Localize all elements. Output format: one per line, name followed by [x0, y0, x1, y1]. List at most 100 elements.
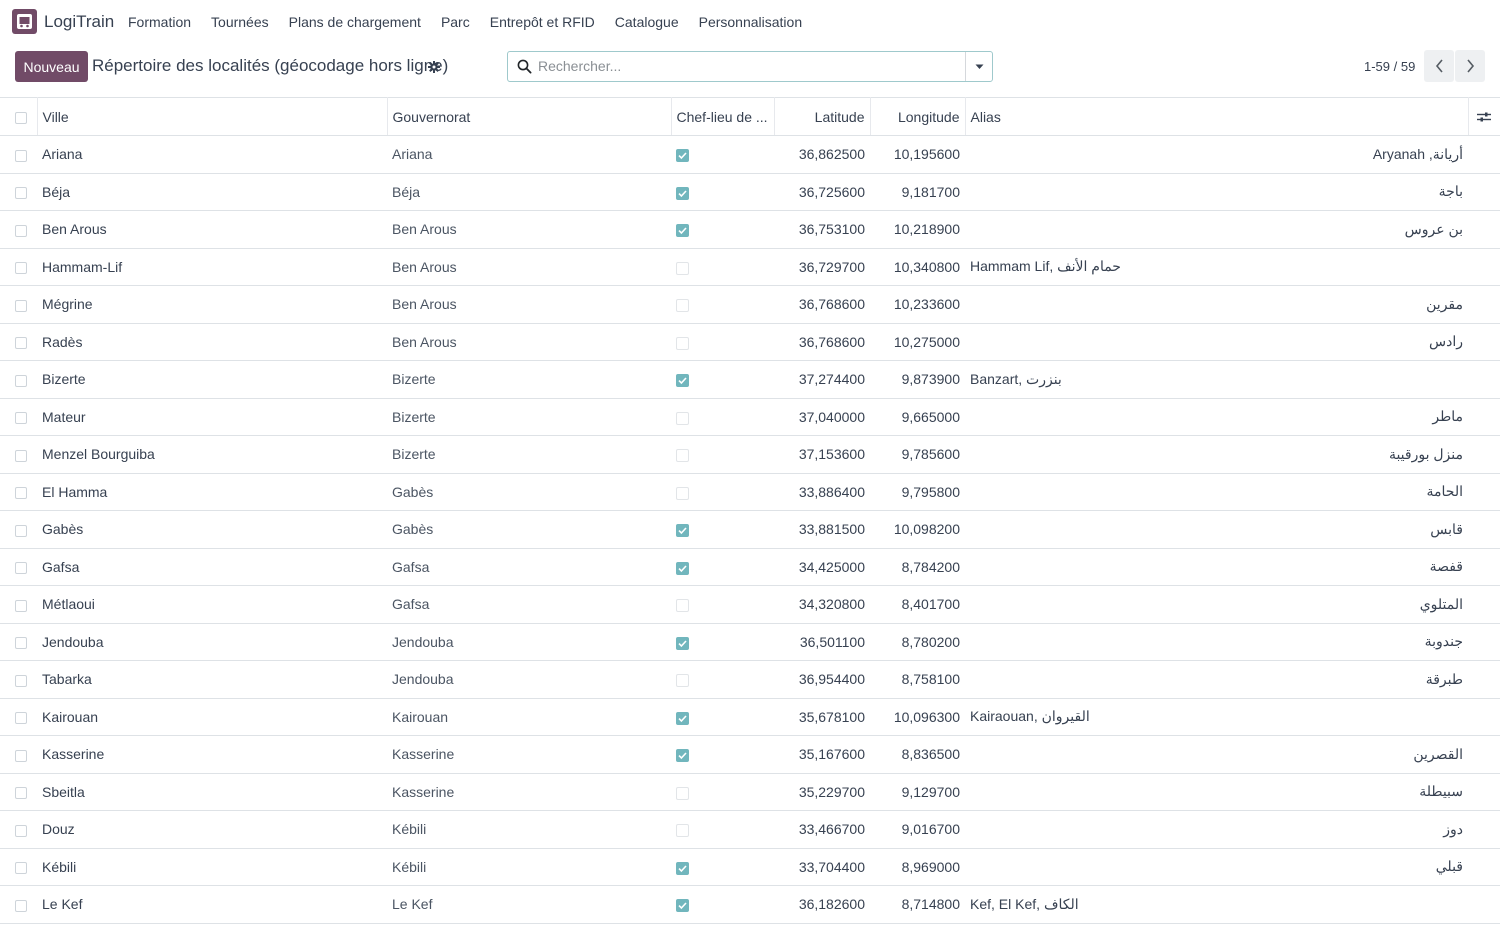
- cell-longitude[interactable]: 10,233600: [870, 285, 965, 324]
- cell-longitude[interactable]: 9,665000: [870, 398, 965, 436]
- cell-longitude[interactable]: 8,758100: [870, 660, 965, 699]
- table-row[interactable]: Ben Arous Ben Arous 36,753100 10,218900 بن ع…: [0, 210, 1500, 249]
- column-header-alias[interactable]: Alias: [965, 97, 1469, 136]
- row-select-checkbox[interactable]: [0, 248, 37, 286]
- row-select-checkbox[interactable]: [0, 323, 37, 361]
- cell-longitude[interactable]: 9,016700: [870, 810, 965, 849]
- cell-gouvernorat[interactable]: Le Kef: [387, 885, 671, 924]
- cell-gouvernorat[interactable]: Gabès: [387, 473, 671, 511]
- cell-chef-lieu[interactable]: [671, 585, 774, 624]
- table-row[interactable]: Béja Béja 36,725600 9,181700 باجة: [0, 173, 1500, 211]
- row-select-checkbox[interactable]: [0, 435, 37, 474]
- table-row[interactable]: Jendouba Jendouba 36,501100 8,780200 جندوبة: [0, 623, 1500, 661]
- cell-gouvernorat[interactable]: Kairouan: [387, 698, 671, 736]
- row-select-checkbox[interactable]: [0, 360, 37, 399]
- cell-gouvernorat[interactable]: Ben Arous: [387, 285, 671, 324]
- cell-longitude[interactable]: 8,784200: [870, 548, 965, 586]
- cell-latitude[interactable]: 37,040000: [774, 398, 870, 436]
- cell-gouvernorat[interactable]: Bizerte: [387, 398, 671, 436]
- cell-latitude[interactable]: 35,229700: [774, 773, 870, 811]
- cell-longitude[interactable]: 8,969000: [870, 848, 965, 886]
- cell-chef-lieu[interactable]: [671, 510, 774, 549]
- cell-alias[interactable]: Banzart, بنزرت: [965, 360, 1468, 399]
- row-select-checkbox[interactable]: [0, 735, 37, 774]
- cell-alias[interactable]: ماطر: [965, 398, 1468, 436]
- cell-chef-lieu[interactable]: [671, 698, 774, 736]
- cell-ville[interactable]: Kasserine: [37, 735, 387, 774]
- cell-chef-lieu[interactable]: [671, 398, 774, 436]
- cell-latitude[interactable]: 33,704400: [774, 848, 870, 886]
- table-row[interactable]: Tabarka Jendouba 36,954400 8,758100 طبرقة: [0, 660, 1500, 699]
- cell-chef-lieu[interactable]: [671, 323, 774, 361]
- cell-latitude[interactable]: 33,886400: [774, 473, 870, 511]
- cell-gouvernorat[interactable]: Gafsa: [387, 585, 671, 624]
- menu-tournees[interactable]: Tournées: [201, 0, 279, 44]
- row-select-checkbox[interactable]: [0, 135, 37, 174]
- cell-ville[interactable]: Hammam-Lif: [37, 248, 387, 286]
- cell-latitude[interactable]: 34,425000: [774, 548, 870, 586]
- row-select-checkbox[interactable]: [0, 773, 37, 811]
- cell-alias[interactable]: Hammam Lif, حمام الأنف: [965, 248, 1468, 286]
- cell-gouvernorat[interactable]: Kasserine: [387, 735, 671, 774]
- cell-alias[interactable]: قابس: [965, 510, 1468, 549]
- column-header-ville[interactable]: Ville: [37, 97, 388, 136]
- table-row[interactable]: Radès Ben Arous 36,768600 10,275000 رادس: [0, 323, 1500, 361]
- cell-chef-lieu[interactable]: [671, 135, 774, 174]
- table-row[interactable]: Métlaoui Gafsa 34,320800 8,401700 المتلوي: [0, 585, 1500, 624]
- cell-gouvernorat[interactable]: Béja: [387, 173, 671, 211]
- cell-ville[interactable]: Ariana: [37, 135, 387, 174]
- cell-gouvernorat[interactable]: Ben Arous: [387, 210, 671, 249]
- row-select-checkbox[interactable]: [0, 848, 37, 886]
- cell-gouvernorat[interactable]: Bizerte: [387, 360, 671, 399]
- cell-chef-lieu[interactable]: [671, 360, 774, 399]
- cell-latitude[interactable]: 36,753100: [774, 210, 870, 249]
- cell-longitude[interactable]: 10,340800: [870, 248, 965, 286]
- app-logo-icon[interactable]: [12, 9, 37, 34]
- row-select-checkbox[interactable]: [0, 885, 37, 924]
- table-row[interactable]: Mégrine Ben Arous 36,768600 10,233600 مقرين: [0, 285, 1500, 324]
- row-select-checkbox[interactable]: [0, 210, 37, 249]
- cell-longitude[interactable]: 10,096300: [870, 698, 965, 736]
- table-row[interactable]: Kasserine Kasserine 35,167600 8,836500 القصر…: [0, 735, 1500, 774]
- pager-value[interactable]: 1-59 / 59: [1364, 59, 1415, 74]
- cell-latitude[interactable]: 36,729700: [774, 248, 870, 286]
- cell-latitude[interactable]: 36,862500: [774, 135, 870, 174]
- cell-chef-lieu[interactable]: [671, 735, 774, 774]
- cell-latitude[interactable]: 36,182600: [774, 885, 870, 924]
- search-input[interactable]: [538, 56, 958, 76]
- menu-plans-de-chargement[interactable]: Plans de chargement: [279, 0, 431, 44]
- cell-ville[interactable]: Béja: [37, 173, 387, 211]
- cell-alias[interactable]: مقرين: [965, 285, 1468, 324]
- row-select-checkbox[interactable]: [0, 473, 37, 511]
- cell-latitude[interactable]: 35,678100: [774, 698, 870, 736]
- cell-longitude[interactable]: 8,714800: [870, 885, 965, 924]
- cell-chef-lieu[interactable]: [671, 173, 774, 211]
- cell-alias[interactable]: باجة: [965, 173, 1468, 211]
- app-name[interactable]: LogiTrain: [44, 12, 114, 32]
- cell-chef-lieu[interactable]: [671, 848, 774, 886]
- table-row[interactable]: El Hamma Gabès 33,886400 9,795800 الحامة: [0, 473, 1500, 511]
- table-row[interactable]: Sbeitla Kasserine 35,229700 9,129700 سبيطلة: [0, 773, 1500, 811]
- cell-chef-lieu[interactable]: [671, 210, 774, 249]
- column-header-longitude[interactable]: Longitude: [870, 97, 966, 136]
- cell-latitude[interactable]: 37,153600: [774, 435, 870, 474]
- cell-latitude[interactable]: 36,768600: [774, 323, 870, 361]
- cell-chef-lieu[interactable]: [671, 435, 774, 474]
- table-row[interactable]: Hammam-Lif Ben Arous 36,729700 10,340800 Ham…: [0, 248, 1500, 286]
- cell-latitude[interactable]: 34,320800: [774, 585, 870, 624]
- cell-latitude[interactable]: 33,466700: [774, 810, 870, 849]
- cell-gouvernorat[interactable]: Kébili: [387, 810, 671, 849]
- cell-alias[interactable]: جندوبة: [965, 623, 1468, 661]
- pager-previous-button[interactable]: [1424, 50, 1454, 82]
- cell-ville[interactable]: Mateur: [37, 398, 387, 436]
- cell-alias[interactable]: سبيطلة: [965, 773, 1468, 811]
- cell-ville[interactable]: Gabès: [37, 510, 387, 549]
- cell-alias[interactable]: قفصة: [965, 548, 1468, 586]
- menu-catalogue[interactable]: Catalogue: [605, 0, 689, 44]
- menu-entrepot-et-rfid[interactable]: Entrepôt et RFID: [480, 0, 605, 44]
- cell-ville[interactable]: Douz: [37, 810, 387, 849]
- row-select-checkbox[interactable]: [0, 548, 37, 586]
- table-row[interactable]: Gabès Gabès 33,881500 10,098200 قابس: [0, 510, 1500, 549]
- cell-gouvernorat[interactable]: Bizerte: [387, 435, 671, 474]
- cell-latitude[interactable]: 36,954400: [774, 660, 870, 699]
